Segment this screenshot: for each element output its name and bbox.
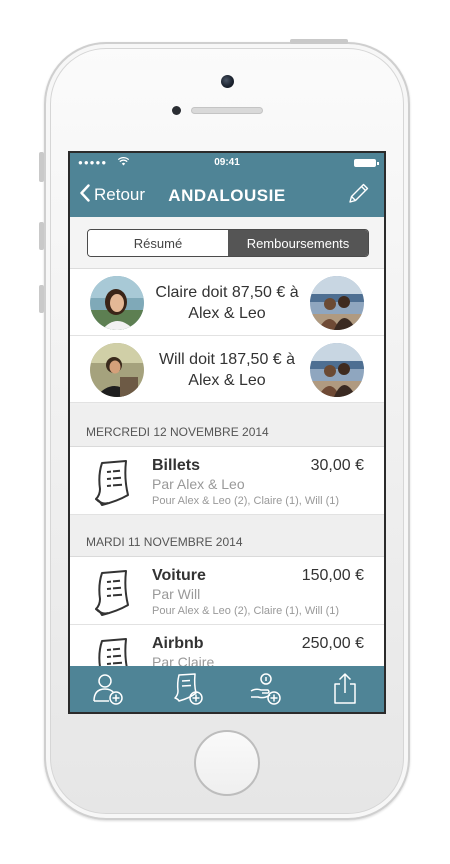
- tab-summary[interactable]: Résumé: [88, 230, 228, 256]
- tab-reimbursements[interactable]: Remboursements: [228, 230, 368, 256]
- avatar-will: [90, 343, 144, 397]
- navigation-header: ●●●●● 09:41 Retour ANDALOUSIE: [70, 153, 384, 217]
- section-date-header: MARDI 11 NOVEMBRE 2014: [70, 515, 384, 557]
- volume-up-button: [39, 222, 44, 250]
- segment-area: Résumé Remboursements: [70, 217, 384, 269]
- battery-icon: [354, 159, 379, 167]
- front-camera: [221, 75, 234, 88]
- proximity-sensor: [172, 106, 181, 115]
- volume-down-button: [39, 285, 44, 313]
- expense-name: Airbnb: [152, 635, 204, 652]
- expense-payer: Par Will: [152, 586, 201, 602]
- receipt-icon: [88, 565, 142, 619]
- debt-list: Claire doit 87,50 € à Alex & Leo Will do…: [70, 269, 384, 403]
- debt-text: Claire doit 87,50 € à Alex & Leo: [155, 284, 299, 322]
- expense-amount: 250,00 €: [301, 635, 364, 652]
- page-title: ANDALOUSIE: [168, 186, 286, 205]
- add-expense-icon[interactable]: [168, 669, 208, 709]
- debt-text: Will doit 187,50 € à Alex & Leo: [158, 351, 296, 389]
- avatar-alex-leo: [310, 276, 364, 330]
- expense-name: Voiture: [152, 567, 206, 584]
- expense-row[interactable]: Billets 30,00 € Par Alex & Leo Pour Alex…: [70, 447, 384, 515]
- power-button: [290, 39, 348, 44]
- debt-row[interactable]: Claire doit 87,50 € à Alex & Leo: [70, 269, 384, 336]
- earpiece-speaker: [191, 107, 263, 114]
- segmented-control: Résumé Remboursements: [87, 229, 369, 257]
- app-screen: ●●●●● 09:41 Retour ANDALOUSIE Résumé Rem…: [68, 151, 386, 714]
- debt-row[interactable]: Will doit 187,50 € à Alex & Leo: [70, 336, 384, 403]
- mute-switch: [39, 152, 44, 182]
- add-reimbursement-icon[interactable]: [246, 669, 286, 709]
- receipt-icon: [88, 455, 142, 509]
- expense-payer: Par Alex & Leo: [152, 476, 245, 492]
- share-icon[interactable]: [325, 669, 365, 709]
- status-time: 09:41: [214, 157, 240, 168]
- expense-split: Pour Alex & Leo (2), Claire (1), Will (1…: [152, 495, 340, 507]
- bottom-toolbar: [70, 666, 384, 712]
- edit-pencil-icon[interactable]: [346, 182, 370, 206]
- section-date-header: MERCREDI 12 NOVEMBRE 2014: [70, 405, 384, 447]
- expense-name: Billets: [152, 457, 201, 474]
- expense-amount: 150,00 €: [301, 567, 364, 584]
- expense-amount: 30,00 €: [310, 457, 364, 474]
- status-bar: ●●●●● 09:41: [70, 156, 384, 170]
- add-person-icon[interactable]: [89, 669, 129, 709]
- expense-split: Pour Alex & Leo (2), Claire (1), Will (1…: [152, 605, 340, 617]
- expense-row[interactable]: Voiture 150,00 € Par Will Pour Alex & Le…: [70, 557, 384, 625]
- avatar-claire: [90, 276, 144, 330]
- home-button[interactable]: [194, 730, 260, 796]
- avatar-alex-leo: [310, 343, 364, 397]
